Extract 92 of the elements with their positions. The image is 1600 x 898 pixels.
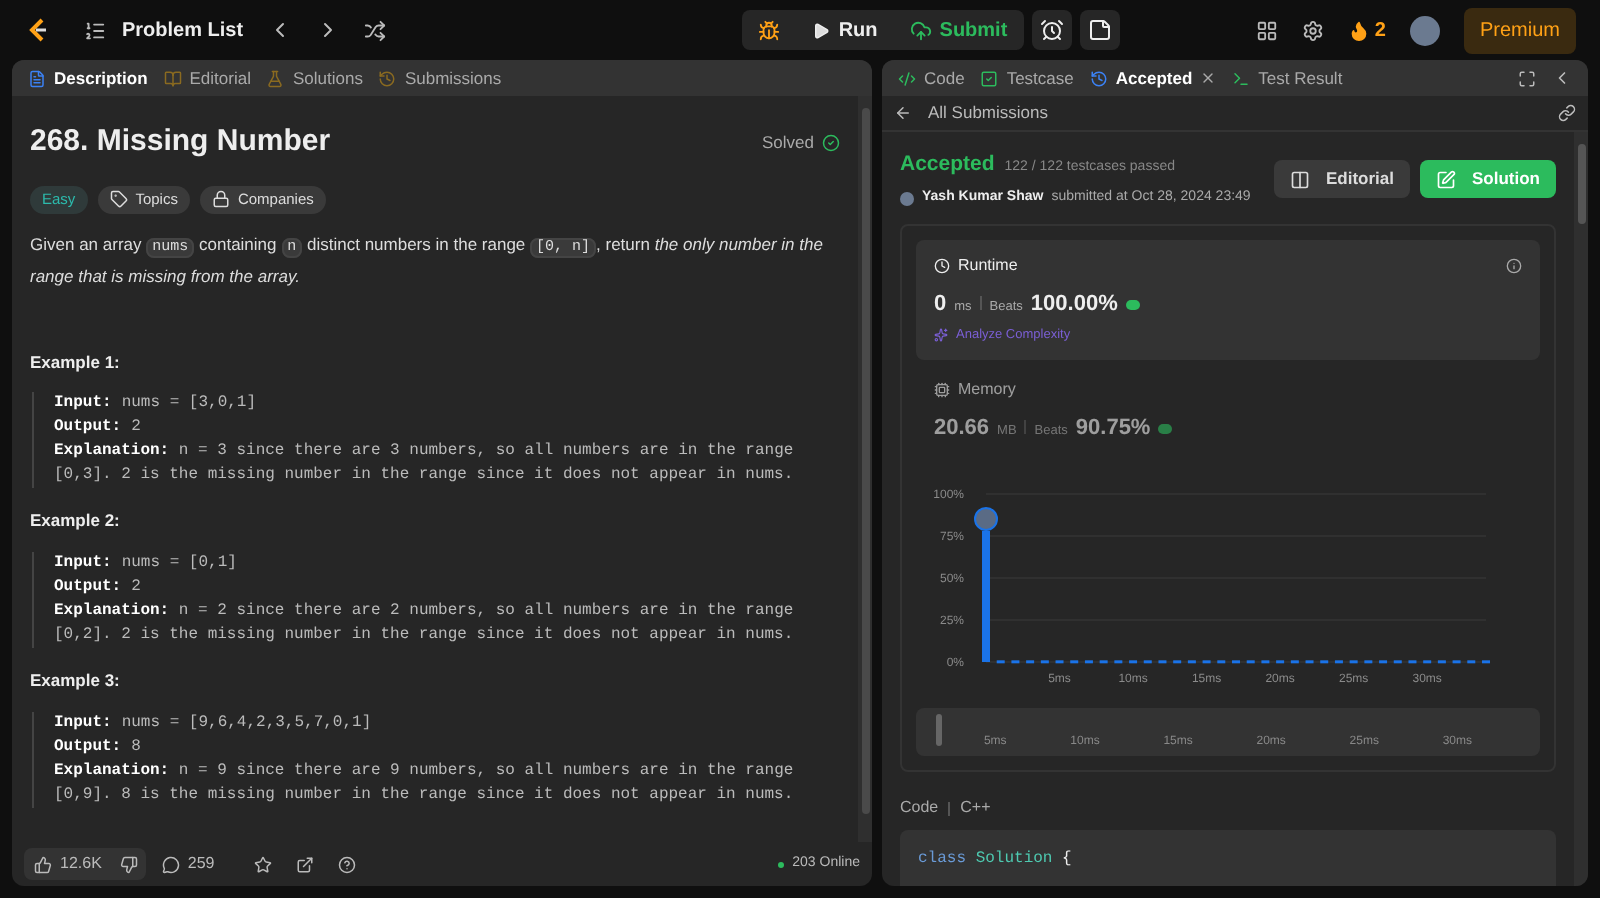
panel-tab[interactable]: Testcase (980, 65, 1074, 91)
check-circle-icon (822, 133, 840, 152)
premium-button[interactable]: Premium (1463, 7, 1576, 53)
logo-icon[interactable] (24, 16, 52, 44)
metric-label: Runtime (958, 254, 1018, 279)
output-label: Output: (54, 416, 122, 441)
debug-icon[interactable] (758, 19, 781, 41)
back-link[interactable]: All Submissions (894, 100, 1048, 126)
submit-button[interactable]: Submit (893, 10, 1024, 50)
link-icon[interactable] (1558, 104, 1576, 122)
comment-icon (161, 855, 180, 873)
cloud-upload-icon (909, 19, 932, 41)
input-value: nums = [0,1] (121, 552, 237, 576)
bar (982, 530, 990, 662)
star-icon[interactable] (254, 855, 273, 873)
comments-button[interactable]: 259 (161, 852, 215, 876)
edit-icon (1436, 169, 1456, 190)
thumbs-up-icon (34, 855, 52, 873)
help-icon[interactable] (338, 855, 357, 873)
streak-counter[interactable]: 2 (1348, 15, 1386, 45)
output-value: 2 (131, 416, 141, 441)
settings-icon[interactable] (1302, 19, 1325, 41)
output-value: 8 (131, 735, 141, 760)
info-icon[interactable] (1506, 258, 1522, 275)
code-label: Code (900, 796, 939, 820)
user-avatar (900, 191, 914, 205)
panel-tab[interactable]: Code (898, 65, 965, 91)
beats-value: 90.75% (1075, 413, 1151, 443)
metric-label: Memory (958, 377, 1016, 401)
note-icon[interactable] (1079, 10, 1120, 50)
columns-icon (1289, 169, 1310, 190)
editorial-button[interactable]: Editorial (1273, 160, 1410, 199)
flask-icon (266, 69, 285, 87)
badge-icon (1158, 423, 1173, 433)
explanation: Explanation: n = 9 since there are 9 numbers, so all numbers are in the range [0,9]. 8 is the missing number in the range since it does not appear in nums. (54, 759, 796, 808)
verdict: Accepted (900, 150, 995, 180)
history-icon (378, 69, 397, 87)
back-arrow-icon (894, 104, 912, 122)
history-icon (1089, 69, 1108, 87)
list-icon (84, 19, 106, 41)
language-label: C++ (960, 796, 991, 820)
panel-tab[interactable]: Test Result (1232, 65, 1343, 91)
flame-icon (1348, 19, 1371, 41)
terminal-icon (1232, 69, 1251, 87)
shuffle-icon[interactable] (363, 19, 386, 41)
dislike-icon[interactable] (119, 855, 138, 873)
sparkles-icon (934, 328, 948, 343)
solved-status: Solved (762, 129, 840, 156)
explanation: Explanation: n = 3 since there are 3 numbers, so all numbers are in the range [0,3]. 2 is the missing number in the range since it does not appear in nums. (54, 440, 796, 489)
input-label: Input: (54, 552, 112, 576)
explanation: Explanation: n = 2 since there are 2 numbers, so all numbers are in the range [0,2]. 2 is the missing number in the range since it does not appear in nums. (54, 600, 796, 648)
clock-icon (934, 258, 950, 275)
alarm-clock-icon[interactable] (1031, 10, 1072, 50)
panel-tab[interactable]: Accepted (1089, 65, 1217, 91)
code-line: class Solution { (918, 850, 1072, 868)
problem-list-link[interactable]: Problem List (122, 15, 244, 45)
tag-icon (109, 190, 128, 208)
book-icon (163, 69, 182, 87)
maximize-icon[interactable] (1518, 69, 1536, 87)
output-label: Output: (54, 576, 122, 600)
input-label: Input: (54, 711, 112, 736)
document-icon (28, 69, 46, 87)
example-heading: Example 2: (30, 508, 122, 534)
run-button[interactable]: Run (796, 10, 894, 50)
lock-icon (211, 190, 230, 208)
beats-value: 100.00% (1030, 290, 1118, 321)
panel-tab[interactable]: Description (28, 65, 148, 91)
output-value: 2 (131, 576, 141, 600)
scrollbar[interactable] (858, 96, 872, 842)
play-icon (812, 21, 831, 39)
panel-tab[interactable]: Submissions (378, 65, 502, 91)
grid-icon[interactable] (1256, 19, 1279, 41)
panel-tab[interactable]: Editorial (163, 65, 251, 91)
input-value: nums = [9,6,4,2,3,5,7,0,1] (121, 711, 372, 736)
problem-title: 268. Missing Number (30, 122, 331, 162)
example-heading: Example 3: (30, 668, 122, 694)
avatar[interactable] (1409, 15, 1440, 45)
input-label: Input: (54, 392, 112, 417)
code-icon (898, 69, 916, 87)
badge-icon (1125, 300, 1140, 311)
input-value: nums = [3,0,1] (121, 392, 257, 417)
scrollbar[interactable] (1574, 132, 1588, 886)
chip-icon (934, 381, 950, 397)
example-heading: Example 1: (30, 349, 122, 375)
output-label: Output: (54, 735, 122, 760)
panel-tab[interactable]: Solutions (266, 65, 363, 91)
metric-value: 20.66 (934, 413, 990, 443)
close-icon[interactable] (1200, 70, 1217, 86)
metric-value: 0 (934, 290, 947, 321)
checkbox-icon (980, 69, 999, 87)
avatar-marker (974, 506, 998, 531)
share-icon[interactable] (296, 855, 315, 873)
